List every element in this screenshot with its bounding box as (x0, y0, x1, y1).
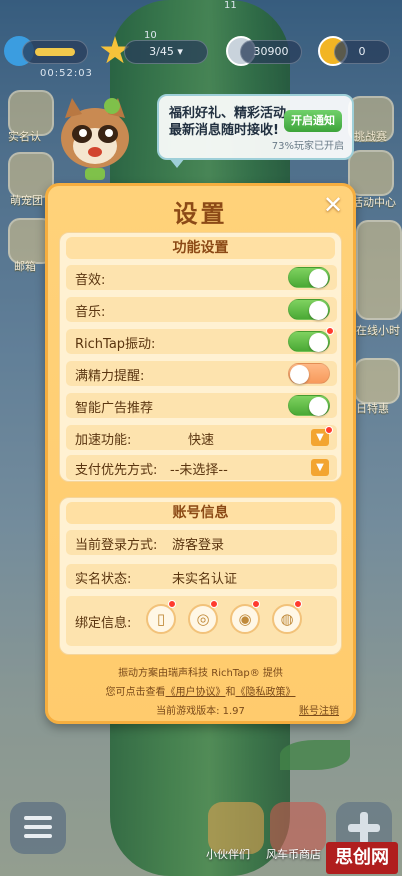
settings-dialog: 设置 ✕ 功能设置 音效: 音乐: RichTap振动: 满精力提醒: 智能广告… (45, 183, 356, 724)
watermark-logo: 思创网 (326, 842, 398, 874)
row-label: 支付优先方式: (75, 463, 158, 478)
gem-count: 0 (358, 45, 366, 58)
new-badge-dot (326, 327, 334, 335)
toggle-knob (309, 301, 328, 320)
payment-value: --未选择-- (170, 463, 228, 478)
row-label: 音乐: (75, 305, 106, 320)
side-label: 日特惠 (356, 402, 389, 415)
music-toggle[interactable] (288, 299, 330, 320)
wechat-bind-icon[interactable]: ◎ (188, 604, 218, 634)
side-label: 萌宠团 (10, 194, 43, 207)
account-info-section: 账号信息 当前登录方式: 游客登录 实名状态: 未实名认证 绑定信息: ▯ ◎ … (59, 497, 342, 655)
function-settings-section: 功能设置 音效: 音乐: RichTap振动: 满精力提醒: 智能广告推荐 加速… (59, 232, 342, 482)
plus-icon-vertical (360, 812, 368, 844)
level-progress-text: 3/45 (149, 45, 174, 58)
coin-pill[interactable]: 30900 (240, 40, 302, 64)
settings-row-smart-ads: 智能广告推荐 (66, 393, 337, 418)
side-label: 挑战赛 (354, 130, 387, 143)
notification-line1: 福利好礼、精彩活动 (169, 106, 287, 121)
raccoon-mascot-icon (61, 98, 129, 180)
list-icon (24, 816, 52, 820)
row-label: 当前登录方式: (75, 538, 158, 553)
energy-pill[interactable] (22, 40, 88, 64)
legal-and: 和 (225, 687, 236, 698)
toggle-knob (309, 269, 328, 288)
side-label: 活动中心 (352, 196, 396, 209)
account-row-realname: 实名状态: 未实名认证 (66, 564, 337, 589)
top-status-bar: 10 3/45 ▾ 30900 0 (0, 30, 402, 70)
side-label: 实名认 (8, 130, 41, 143)
account-row-bind: 绑定信息: ▯ ◎ ◉ ◍ (66, 596, 337, 646)
dialog-title: 设置 (173, 199, 228, 228)
new-badge-dot (168, 600, 176, 608)
side-btn-online[interactable] (356, 220, 402, 320)
level-progress-pill[interactable]: 3/45 ▾ (124, 40, 208, 64)
timer: 00:52:03 (40, 68, 93, 79)
privacy-policy-link[interactable]: 《隐私政策》 (236, 687, 296, 698)
toggle-knob (290, 365, 309, 384)
side-btn-events[interactable] (348, 150, 394, 196)
realname-value: 未实名认证 (172, 572, 238, 587)
new-badge-dot (325, 426, 333, 434)
bubble-tail (169, 158, 185, 168)
list-menu-button[interactable] (10, 802, 66, 854)
phone-bind-icon[interactable]: ▯ (146, 604, 176, 634)
new-badge-dot (210, 600, 218, 608)
account-row-login: 当前登录方式: 游客登录 (66, 530, 337, 555)
account-logout-link[interactable]: 账号注销 (299, 702, 339, 717)
toggle-knob (309, 397, 328, 416)
section-header: 功能设置 (66, 237, 335, 259)
notification-line2: 最新消息随时接收! (169, 123, 279, 138)
sound-toggle[interactable] (288, 267, 330, 288)
smart-ads-toggle[interactable] (288, 395, 330, 416)
bottom-label: 风车币商店 (266, 848, 321, 861)
row-label: 实名状态: (75, 572, 132, 587)
side-btn-daily-deal[interactable] (354, 358, 400, 404)
new-badge-dot (294, 600, 302, 608)
energy-reminder-toggle[interactable] (288, 363, 330, 384)
bottom-label: 小伙伴们 (206, 848, 250, 861)
richtap-toggle[interactable] (288, 331, 330, 352)
speed-value: 快速 (188, 433, 215, 448)
qq-bind-icon[interactable]: ◉ (230, 604, 260, 634)
row-label: 音效: (75, 273, 106, 288)
settings-row-music: 音乐: (66, 297, 337, 322)
legal-links-line: 您可点击查看《用户协议》和《隐私政策》 (48, 683, 353, 698)
settings-row-payment[interactable]: 支付优先方式: --未选择-- ▼ (66, 455, 337, 480)
side-label: 邮箱 (14, 260, 36, 273)
row-label: 满精力提醒: (75, 369, 145, 384)
side-label: 在线小时 (356, 324, 400, 337)
settings-row-energy-reminder: 满精力提醒: (66, 361, 337, 386)
payment-dropdown-arrow[interactable]: ▼ (311, 459, 329, 476)
notification-bubble: 福利好礼、精彩活动 最新消息随时接收! 开启通知 73%玩家已开启 (157, 94, 354, 168)
row-label: 加速功能: (75, 433, 132, 448)
row-label: RichTap振动: (75, 337, 156, 352)
close-button[interactable]: ✕ (321, 193, 345, 218)
settings-row-sound: 音效: (66, 265, 337, 290)
row-label: 智能广告推荐 (75, 401, 154, 416)
level-top-number: 11 (224, 0, 237, 11)
weibo-bind-icon[interactable]: ◍ (272, 604, 302, 634)
enable-notification-button[interactable]: 开启通知 (284, 110, 342, 132)
row-label: 绑定信息: (75, 616, 132, 631)
login-value: 游客登录 (172, 538, 225, 553)
new-badge-dot (252, 600, 260, 608)
toggle-knob (309, 333, 328, 352)
gem-pill[interactable]: 0 (334, 40, 390, 64)
legal-prefix: 您可点击查看 (105, 687, 166, 698)
settings-row-speed[interactable]: 加速功能: 快速 ▼ (66, 425, 337, 450)
notification-subtext: 73%玩家已开启 (271, 141, 344, 152)
coin-count: 30900 (253, 45, 289, 58)
settings-row-richtap: RichTap振动: (66, 327, 337, 354)
notification-text: 福利好礼、精彩活动 最新消息随时接收! (169, 105, 287, 139)
richtap-credit: 振动方案由瑞声科技 RichTap® 提供 (118, 668, 283, 679)
user-agreement-link[interactable]: 《用户协议》 (166, 687, 226, 698)
section-header: 账号信息 (66, 502, 335, 524)
